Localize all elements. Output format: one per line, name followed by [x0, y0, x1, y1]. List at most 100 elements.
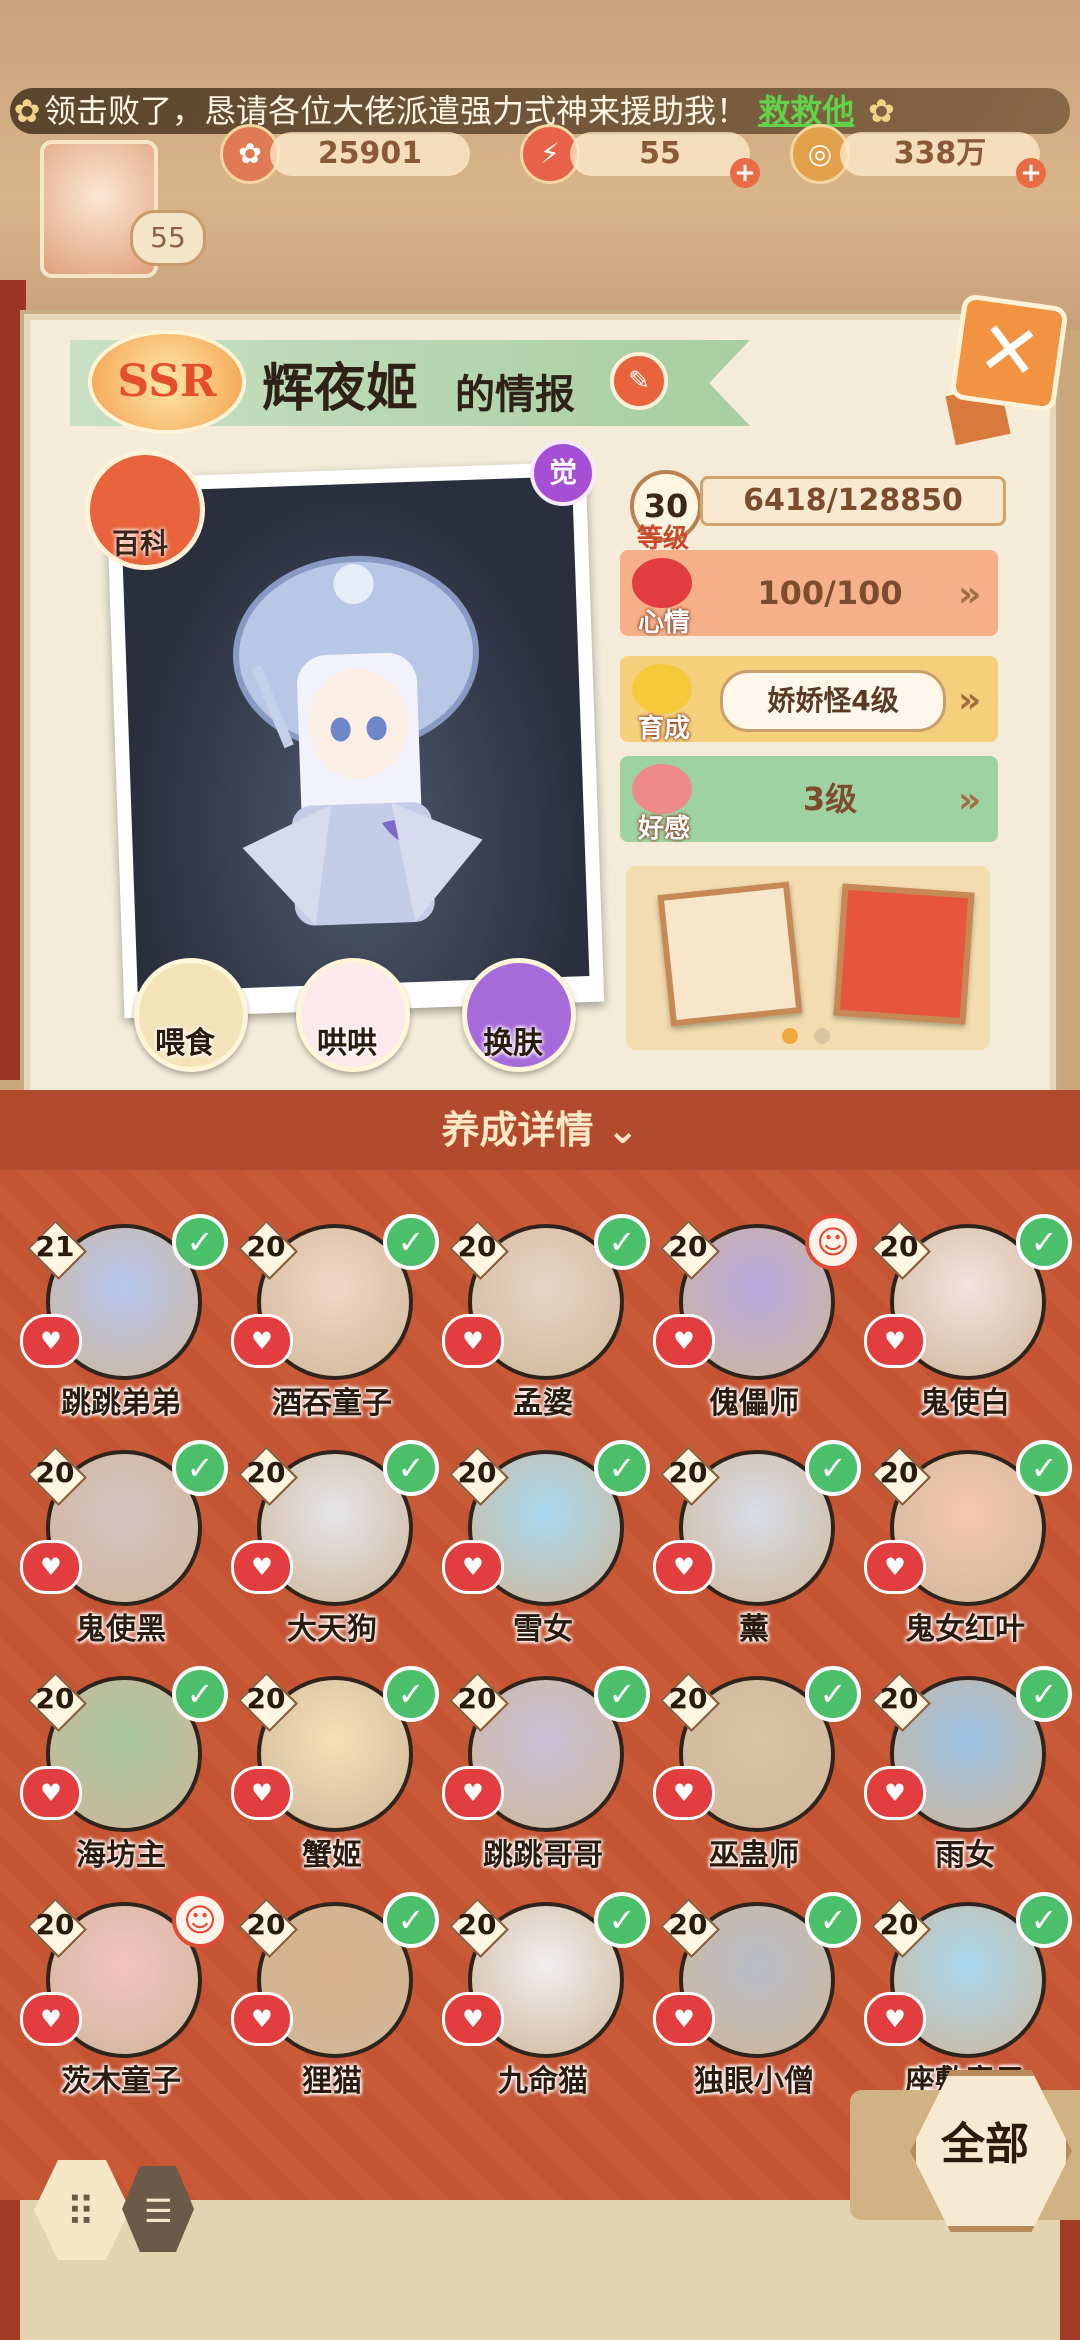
character-card[interactable]: 20 ✓ ♥ 大天狗	[227, 1428, 439, 1658]
check-icon: ✓	[594, 1214, 650, 1270]
check-icon: ✓	[805, 1892, 861, 1948]
mood-icon: ☺	[805, 1214, 861, 1270]
character-name-label: 跳跳哥哥	[483, 1838, 603, 1873]
character-card[interactable]: 20 ✓ ♥ 巫蛊师	[649, 1654, 861, 1884]
character-name-label: 海坊主	[76, 1838, 166, 1873]
page-dot-active[interactable]	[782, 1028, 798, 1044]
coin-count: 338万	[840, 132, 1040, 176]
character-card[interactable]: 20 ✓ ♥ 鬼使黑	[16, 1428, 228, 1658]
character-name-label: 九命猫	[498, 2064, 588, 2099]
character-card[interactable]: 20 ✓ ♥ 跳跳哥哥	[438, 1654, 650, 1884]
character-card[interactable]: 20 ☺ ♥ 茨木童子	[16, 1880, 228, 2110]
character-level: 20	[246, 1230, 286, 1263]
character-name-label: 雨女	[935, 1838, 995, 1873]
favor-value: 3级	[802, 780, 858, 818]
character-card[interactable]: 20 ✓ ♥ 九命猫	[438, 1880, 650, 2110]
character-card[interactable]: 20 ✓ ♥ 鬼使白	[860, 1202, 1072, 1432]
character-name-label: 鬼使黑	[76, 1612, 166, 1647]
heart-icon: ♥	[442, 1992, 504, 2046]
heart-icon: ♥	[653, 1766, 715, 1820]
favor-row[interactable]: 好感 3级 »	[620, 756, 998, 844]
page-dot[interactable]	[814, 1028, 830, 1044]
photo-scene	[120, 476, 590, 992]
character-name-label: 傀儡师	[709, 1386, 799, 1421]
character-level: 20	[668, 1682, 708, 1715]
detail-label: 养成详情	[441, 1108, 594, 1152]
character-level: 20	[457, 1908, 497, 1941]
cultivate-row[interactable]: 育成 娇娇怪4级 »	[620, 656, 998, 744]
jade-count: 25901	[270, 132, 470, 176]
awaken-badge: 觉	[530, 440, 596, 506]
heart-icon: ♥	[864, 1766, 926, 1820]
coax-label: 哄哄	[317, 1026, 377, 1061]
favorite-item-card[interactable]	[833, 883, 975, 1025]
rarity-badge: SSR	[88, 330, 246, 434]
character-illustration	[233, 555, 483, 926]
character-card[interactable]: 20 ✓ ♥ 酒吞童子	[227, 1202, 439, 1432]
check-icon: ✓	[805, 1440, 861, 1496]
character-card[interactable]: 20 ✓ ♥ 雨女	[860, 1654, 1072, 1884]
character-level: 20	[879, 1908, 919, 1941]
character-level: 20	[246, 1682, 286, 1715]
edit-name-button[interactable]: ✎	[610, 352, 668, 410]
character-level: 21	[35, 1230, 75, 1263]
flower-icon: ✿	[867, 92, 895, 130]
add-stamina-button[interactable]: +	[730, 158, 760, 188]
all-filter-label: 全部	[941, 2119, 1029, 2170]
character-level: 20	[246, 1908, 286, 1941]
rescue-link[interactable]: 救救他	[758, 92, 854, 130]
character-name-label: 茨木童子	[61, 2064, 181, 2099]
player-level-badge: 55	[130, 210, 206, 266]
character-card[interactable]: 20 ☺ ♥ 傀儡师	[649, 1202, 861, 1432]
add-coin-button[interactable]: +	[1016, 158, 1046, 188]
detail-toggle[interactable]: 养成详情 ⌄	[0, 1090, 1080, 1170]
character-card[interactable]: 20 ✓ ♥ 海坊主	[16, 1654, 228, 1884]
character-card[interactable]: 21 ✓ ♥ 跳跳弟弟	[16, 1202, 228, 1432]
character-level: 20	[457, 1682, 497, 1715]
character-level: 20	[457, 1230, 497, 1263]
heart-icon: ♥	[653, 1992, 715, 2046]
check-icon: ✓	[172, 1214, 228, 1270]
heart-icon: ♥	[231, 1540, 293, 1594]
check-icon: ✓	[805, 1666, 861, 1722]
chevron-right-icon: »	[958, 574, 982, 615]
check-icon: ✓	[594, 1440, 650, 1496]
character-level: 20	[35, 1456, 75, 1489]
favorite-food-card[interactable]	[657, 881, 803, 1027]
character-card[interactable]: 20 ✓ ♥ 雪女	[438, 1428, 650, 1658]
character-name: 辉夜姬	[262, 358, 419, 419]
character-card[interactable]: 20 ✓ ♥ 独眼小僧	[649, 1880, 861, 2110]
ticker-text: 领击败了，恳请各位大佬派遣强力式神来援助我！	[44, 92, 749, 130]
close-button[interactable]: ✕	[949, 293, 1069, 413]
grid-view-icon: ⠿	[66, 2190, 96, 2236]
heart-icon: ♥	[231, 1766, 293, 1820]
favor-label: 好感	[637, 814, 690, 844]
character-name-label: 孟婆	[513, 1386, 573, 1421]
check-icon: ✓	[1016, 1214, 1072, 1270]
check-icon: ✓	[383, 1666, 439, 1722]
character-card[interactable]: 20 ✓ ♥ 孟婆	[438, 1202, 650, 1432]
heart-icon: ♥	[20, 1540, 82, 1594]
heart-icon: ♥	[442, 1314, 504, 1368]
check-icon: ✓	[172, 1440, 228, 1496]
check-icon: ✓	[383, 1440, 439, 1496]
edit-icon: ✎	[628, 366, 650, 396]
character-level: 20	[879, 1682, 919, 1715]
check-icon: ✓	[383, 1892, 439, 1948]
character-card[interactable]: 20 ✓ ♥ 鬼女红叶	[860, 1428, 1072, 1658]
character-name-label: 狸猫	[302, 2064, 362, 2099]
character-name-label: 鬼女红叶	[905, 1612, 1025, 1647]
check-icon: ✓	[1016, 1666, 1072, 1722]
character-name-label: 独眼小僧	[694, 2064, 814, 2099]
stamina-count: 55	[570, 132, 750, 176]
character-card[interactable]: 20 ✓ ♥ 薰	[649, 1428, 861, 1658]
character-card[interactable]: 20 ✓ ♥ 蟹姬	[227, 1654, 439, 1884]
character-card[interactable]: 20 ✓ ♥ 狸猫	[227, 1880, 439, 2110]
heart-icon: ♥	[864, 1992, 926, 2046]
mood-row[interactable]: 心情 100/100 »	[620, 550, 998, 638]
character-level: 20	[35, 1682, 75, 1715]
skin-label: 换肤	[483, 1026, 543, 1061]
heart-icon: ♥	[231, 1992, 293, 2046]
mood-value: 100/100	[757, 574, 903, 612]
character-level: 20	[668, 1230, 708, 1263]
